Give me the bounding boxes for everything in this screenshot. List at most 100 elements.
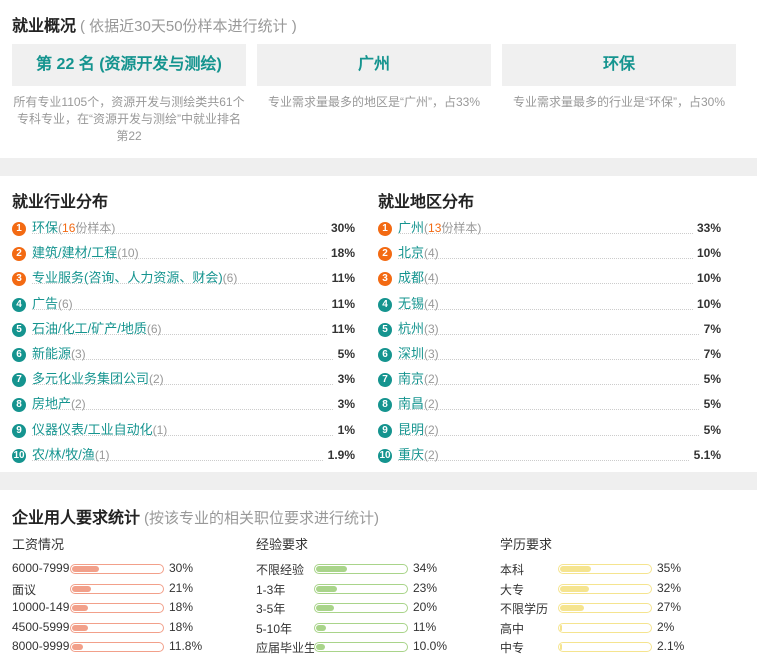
rank-badge: 5: [12, 322, 26, 337]
rank-badge: 7: [378, 373, 392, 388]
rank-badge: 5: [378, 322, 392, 337]
experience-row: 5-10年 11%: [256, 618, 436, 638]
rank-badge: 6: [378, 347, 392, 362]
percentage: 5%: [699, 395, 721, 414]
region-list-item: 2 北京(4) 10%: [378, 241, 721, 266]
industry-item-name[interactable]: 广告: [32, 296, 58, 311]
overview-note: ( 依据近30天50份样本进行统计 ): [80, 18, 297, 35]
top-industry-desc: 专业需求量最多的行业是“环保”，占30%: [512, 95, 725, 109]
sample-count: (2): [424, 372, 439, 387]
percentage: 7%: [699, 344, 721, 363]
rank-badge: 3: [12, 272, 26, 287]
salary-label: 面议: [12, 582, 37, 597]
region-item-name[interactable]: 南昌: [398, 396, 424, 411]
industry-list-item: 2 建筑/建材/工程(10) 18%: [12, 241, 355, 266]
region-item-link[interactable]: 深圳(3): [398, 345, 439, 363]
dotted-leader: [32, 308, 355, 310]
dotted-leader: [398, 283, 721, 285]
percentage: 5.1%: [689, 445, 721, 464]
region-item-name[interactable]: 无锡: [398, 296, 424, 311]
industry-list-item: 10 农/林/牧/渔(1) 1.9%: [12, 443, 355, 468]
region-item-link[interactable]: 北京(4): [398, 244, 439, 262]
region-item-name[interactable]: 深圳: [398, 346, 424, 361]
education-heading: 学历要求: [500, 537, 553, 552]
industry-item-link[interactable]: 石油/化工/矿产/地质(6): [32, 320, 162, 338]
region-item-link[interactable]: 杭州(3): [398, 320, 439, 338]
region-item-link[interactable]: 广州(13份样本): [398, 219, 481, 237]
industry-item-name[interactable]: 建筑/建材/工程: [32, 245, 117, 260]
region-item-link[interactable]: 无锡(4): [398, 295, 439, 313]
region-item-name[interactable]: 广州: [398, 220, 424, 235]
industry-item-name[interactable]: 专业服务(咨询、人力资源、财会): [32, 270, 223, 285]
region-item-link[interactable]: 昆明(2): [398, 421, 439, 439]
salary-row: 8000-9999 11.8%: [12, 637, 202, 657]
percentage: 30%: [326, 219, 355, 237]
industry-item-name[interactable]: 多元化业务集团公司: [32, 371, 149, 386]
experience-row: 应届毕业生 10.0%: [256, 637, 447, 657]
industry-item-link[interactable]: 专业服务(咨询、人力资源、财会)(6): [32, 269, 237, 287]
percentage: 5%: [699, 370, 721, 389]
dotted-leader: [398, 459, 721, 461]
experience-label: 5-10年: [256, 621, 293, 636]
region-item-name[interactable]: 杭州: [398, 321, 424, 336]
education-progress-fill: [560, 624, 562, 631]
experience-progress-bar: [314, 642, 408, 653]
region-item-name[interactable]: 昆明: [398, 422, 424, 437]
education-label: 本科: [500, 563, 525, 577]
sample-count: (6): [58, 296, 73, 311]
sample-count: (2): [424, 397, 439, 412]
education-label: 大专: [500, 582, 525, 597]
industry-item-link[interactable]: 广告(6): [32, 295, 73, 313]
industry-list-item: 7 多元化业务集团公司(2) 3%: [12, 367, 355, 392]
region-item-link[interactable]: 南京(2): [398, 370, 439, 388]
industry-item-name[interactable]: 环保: [32, 220, 58, 235]
industry-item-name[interactable]: 仪器仪表/工业自动化: [32, 422, 153, 437]
sample-count: (2): [424, 422, 439, 437]
region-item-link[interactable]: 重庆(2): [398, 446, 439, 464]
region-item-name[interactable]: 南京: [398, 371, 424, 386]
industry-item-link[interactable]: 环保(16份样本): [32, 219, 115, 237]
percentage: 1.9%: [323, 445, 355, 464]
salary-row: 6000-7999 30%: [12, 559, 193, 579]
salary-progress-fill: [72, 585, 91, 592]
region-item-name[interactable]: 成都: [398, 270, 424, 285]
industry-item-link[interactable]: 建筑/建材/工程(10): [32, 244, 139, 262]
region-item-name[interactable]: 北京: [398, 245, 424, 260]
industry-item-link[interactable]: 房地产(2): [32, 395, 86, 413]
dotted-leader: [398, 333, 721, 335]
salary-percentage: 11.8%: [169, 639, 203, 654]
industry-item-name[interactable]: 农/林/牧/渔: [32, 447, 95, 462]
industry-item-link[interactable]: 仪器仪表/工业自动化(1): [32, 421, 167, 439]
region-item-link[interactable]: 南昌(2): [398, 395, 439, 413]
count-number: 13: [428, 221, 442, 235]
industry-item-name[interactable]: 房地产: [32, 396, 71, 411]
industry-item-name[interactable]: 石油/化工/矿产/地质: [32, 321, 147, 336]
sample-count: (2): [149, 372, 164, 387]
experience-progress-bar: [314, 603, 408, 614]
percentage: 11%: [327, 294, 355, 313]
region-item-link[interactable]: 成都(4): [398, 269, 439, 287]
industry-item-link[interactable]: 新能源(3): [32, 345, 86, 363]
education-row: 大专 32%: [500, 579, 681, 599]
industry-item-link[interactable]: 多元化业务集团公司(2): [32, 370, 164, 388]
industry-list: 1 环保(16份样本) 30% 2 建筑/建材/工程(10) 18% 3 专业服务(咨询、人力…: [12, 216, 355, 468]
sample-count: (6): [146, 321, 162, 336]
industry-item-name[interactable]: 新能源: [32, 346, 71, 361]
rank-badge: 4: [12, 297, 26, 312]
rank-box: 第 22 名 (资源开发与测绘): [12, 44, 246, 86]
experience-progress-fill: [316, 566, 347, 572]
percentage: 11%: [327, 319, 355, 338]
region-list: 1 广州(13份样本) 33% 2 北京(4) 10% 3 成都(4) 10% 4 无锡(4) 10%…: [378, 216, 721, 468]
salary-progress-bar: [70, 564, 164, 574]
salary-row: 10000-149 18%: [12, 598, 193, 618]
sample-count: (3): [424, 321, 439, 336]
region-list-item: 3 成都(4) 10%: [378, 266, 721, 291]
education-progress-fill: [560, 566, 591, 572]
region-item-name[interactable]: 重庆: [398, 447, 424, 462]
count-suffix: 份样本): [75, 221, 116, 235]
percentage: 5%: [699, 420, 721, 439]
industry-item-link[interactable]: 农/林/牧/渔(1): [32, 446, 110, 464]
sample-count: (1): [152, 422, 168, 437]
rank-badge: 8: [12, 398, 26, 413]
dotted-leader: [398, 409, 721, 411]
